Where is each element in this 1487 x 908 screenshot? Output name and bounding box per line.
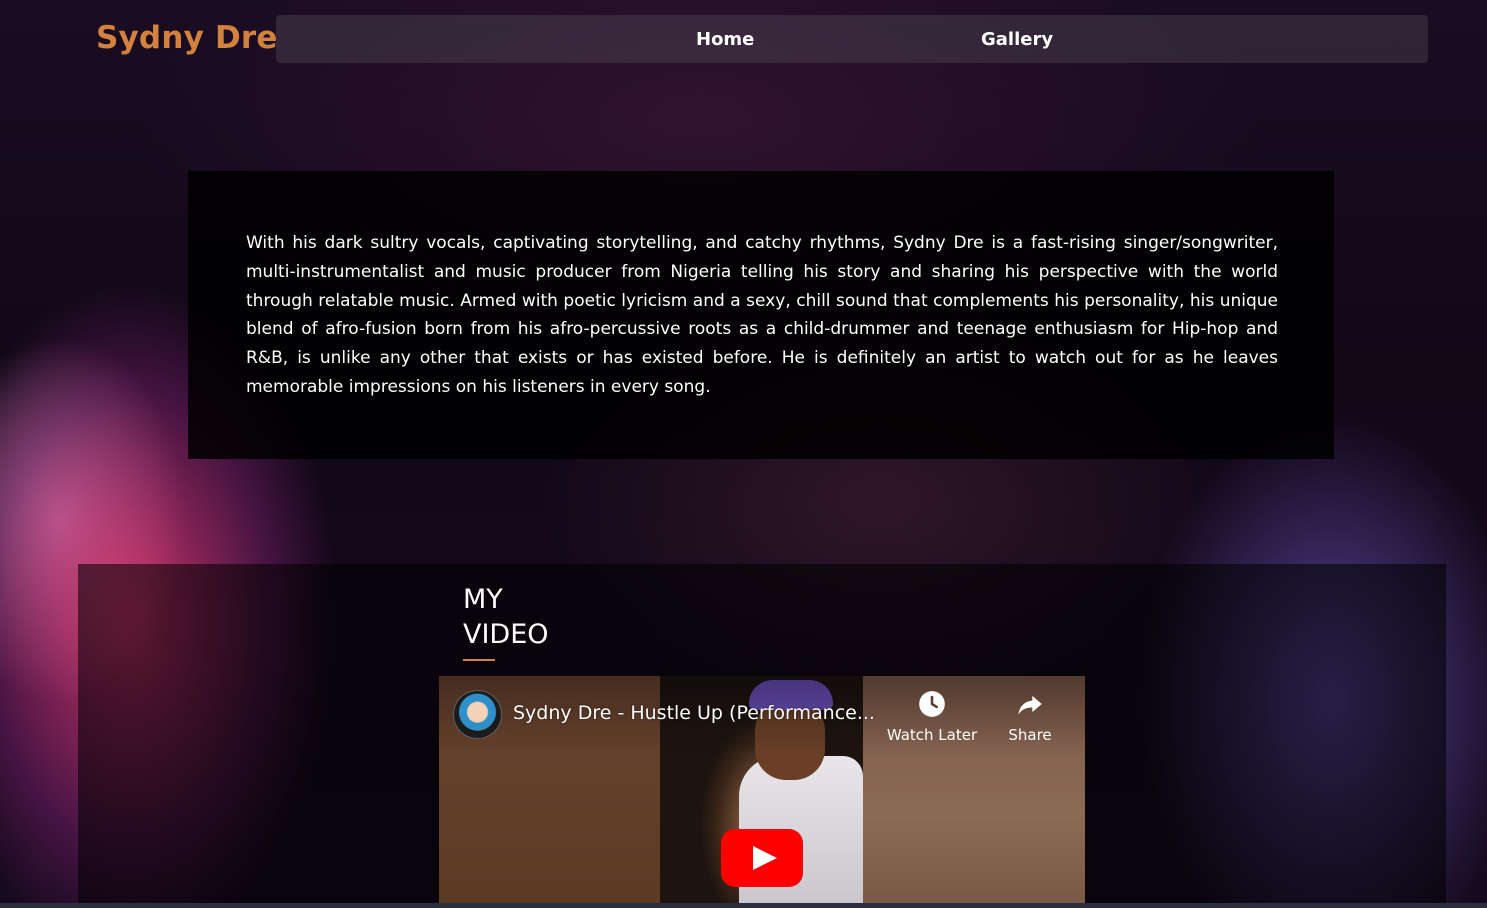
share-label: Share (1008, 726, 1052, 744)
youtube-video-embed[interactable]: Sydny Dre - Hustle Up (Performance... Wa… (439, 676, 1085, 908)
youtube-play-icon[interactable] (721, 829, 803, 887)
watch-later-label: Watch Later (886, 726, 978, 744)
clock-icon (919, 691, 945, 717)
share-arrow-icon (1018, 695, 1042, 715)
video-title[interactable]: Sydny Dre - Hustle Up (Performance... (513, 702, 875, 724)
share-button[interactable]: Share (987, 690, 1073, 744)
video-section-heading: MY VIDEO (463, 582, 593, 652)
nav-gallery-link[interactable]: Gallery (981, 29, 1053, 50)
nav-home-link[interactable]: Home (696, 29, 754, 50)
bottom-scroll-bar (0, 903, 1487, 908)
heading-line-my: MY (463, 584, 503, 615)
heading-line-video: VIDEO (463, 619, 549, 650)
top-navbar: Home Gallery (276, 15, 1428, 63)
brand-logo[interactable]: Sydny Dre (96, 20, 278, 56)
channel-avatar[interactable] (453, 690, 502, 739)
heading-underline (463, 659, 495, 661)
bio-text: With his dark sultry vocals, captivating… (246, 233, 1278, 397)
page-background: Sydny Dre Home Gallery With his dark sul… (0, 0, 1487, 908)
watch-later-button[interactable]: Watch Later (885, 690, 979, 744)
bio-panel: With his dark sultry vocals, captivating… (188, 171, 1334, 459)
